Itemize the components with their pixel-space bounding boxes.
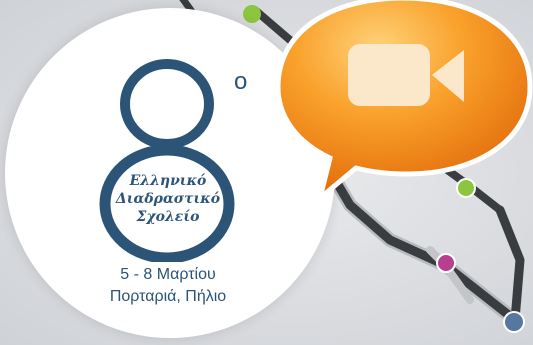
event-title: Ελληνικό Διαδραστικό Σχολείο <box>112 172 224 226</box>
event-title-line-2: Διαδραστικό <box>115 191 221 207</box>
promo-banner: ο Ελληνικό Διαδραστικό Σχολείο 5 - 8 Μαρ… <box>0 0 533 345</box>
event-location: Πορταριά, Πήλιο <box>109 288 227 305</box>
event-title-line-3: Σχολείο <box>136 209 200 225</box>
node-blue <box>503 311 525 333</box>
event-title-line-1: Ελληνικό <box>129 173 207 189</box>
edition-number-graphic <box>99 59 235 262</box>
node-pink <box>436 253 456 273</box>
eight-top-loop <box>120 59 214 149</box>
video-button[interactable] <box>268 0 533 202</box>
ordinal-mark: ο <box>234 68 248 95</box>
event-dates: 5 - 8 Μαρτίου <box>120 266 216 283</box>
node-green-top <box>243 5 261 23</box>
